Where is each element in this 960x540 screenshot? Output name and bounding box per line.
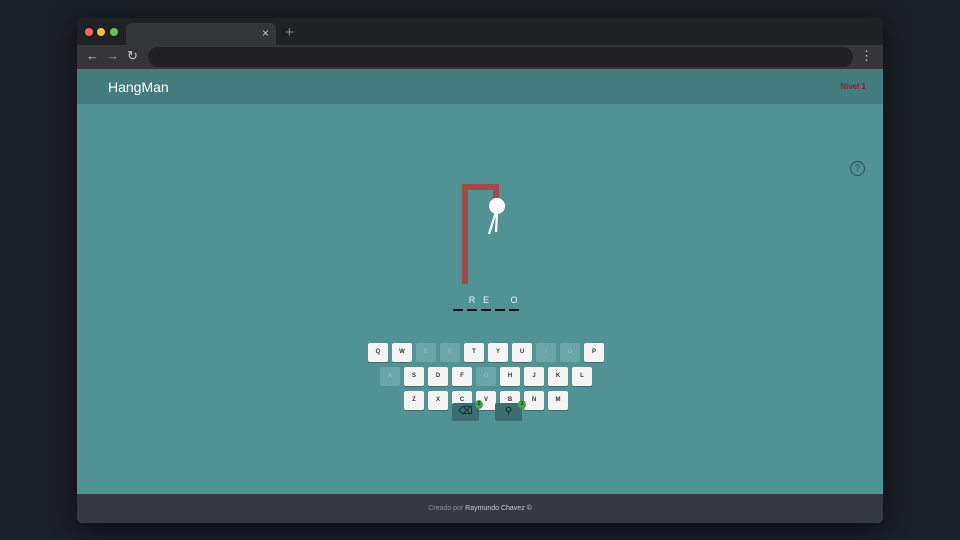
key-k[interactable]: K (548, 367, 568, 386)
hangman-head (489, 198, 505, 214)
key-j[interactable]: J (524, 367, 544, 386)
magnifier-icon: ⚲ (504, 406, 513, 417)
key-f[interactable]: F (452, 367, 472, 386)
key-t[interactable]: T (464, 343, 484, 362)
footer-author-link[interactable]: Raymundo Chavez © (465, 505, 532, 512)
key-l[interactable]: L (572, 367, 592, 386)
keyboard-row-2: A S D F G H J K L (380, 367, 594, 386)
address-bar[interactable] (148, 47, 853, 67)
back-arrow-icon[interactable]: ← (86, 48, 99, 64)
hangman-arm (494, 213, 499, 233)
maximize-window-button[interactable] (110, 28, 118, 36)
app-header: HangMan Nivel 1 (77, 69, 883, 104)
app-title[interactable]: HangMan (108, 79, 169, 95)
footer: Creado por Raymundo Chavez © (77, 494, 883, 523)
gallows-post (462, 184, 468, 284)
key-h[interactable]: H (500, 367, 520, 386)
forward-arrow-icon[interactable]: → (106, 48, 119, 64)
key-e: E (416, 343, 436, 362)
key-p[interactable]: P (584, 343, 604, 362)
tab-close-icon[interactable]: × (262, 26, 269, 40)
key-x[interactable]: X (428, 391, 448, 410)
keyboard-row-3: Z X C V B N M (404, 391, 570, 410)
key-q[interactable]: Q (368, 343, 388, 362)
key-s[interactable]: S (404, 367, 424, 386)
key-u[interactable]: U (512, 343, 532, 362)
key-w[interactable]: W (392, 343, 412, 362)
tab-bar: × + (77, 18, 883, 45)
letter-slot (495, 295, 505, 311)
browser-tab[interactable]: × (126, 23, 276, 45)
gallows-drawing (462, 184, 505, 284)
help-icon[interactable]: ? (850, 161, 865, 176)
level-indicator: Nivel 1 (840, 82, 866, 91)
key-g: G (476, 367, 496, 386)
reload-icon[interactable]: ↻ (127, 48, 138, 64)
key-i: I (536, 343, 556, 362)
hint-count-badge: 1 (518, 400, 526, 409)
browser-toolbar: ← → ↻ ⋮ (77, 45, 883, 69)
key-y[interactable]: Y (488, 343, 508, 362)
new-tab-icon[interactable]: + (285, 25, 294, 40)
key-m[interactable]: M (548, 391, 568, 410)
footer-credit-prefix: Creado por (428, 505, 464, 512)
word-display: R E O (453, 295, 523, 311)
key-d[interactable]: D (428, 367, 448, 386)
letter-slot: O (509, 295, 519, 311)
eraser-icon: ⌫ (458, 406, 473, 417)
eraser-count-badge: 2 (475, 400, 483, 409)
eraser-powerup-button[interactable]: ⌫ 2 (452, 400, 483, 421)
gallows-rope (493, 184, 499, 198)
letter-slot: R (467, 295, 477, 311)
key-n[interactable]: N (524, 391, 544, 410)
close-window-button[interactable] (85, 28, 93, 36)
key-z[interactable]: Z (404, 391, 424, 410)
browser-window: × + ← → ↻ ⋮ HangMan Nivel 1 ? R E O Q W … (77, 18, 883, 523)
keyboard-row-1: Q W E R T Y U I O P (368, 343, 606, 362)
key-r: R (440, 343, 460, 362)
letter-slot: E (481, 295, 491, 311)
browser-menu-icon[interactable]: ⋮ (860, 48, 873, 64)
hint-powerup-button[interactable]: ⚲ 1 (495, 400, 526, 421)
minimize-window-button[interactable] (97, 28, 105, 36)
key-o: O (560, 343, 580, 362)
hangman-page: HangMan Nivel 1 ? R E O Q W E R T Y U I … (77, 69, 883, 523)
hangman-body (487, 211, 498, 235)
key-a: A (380, 367, 400, 386)
letter-slot (453, 295, 463, 311)
